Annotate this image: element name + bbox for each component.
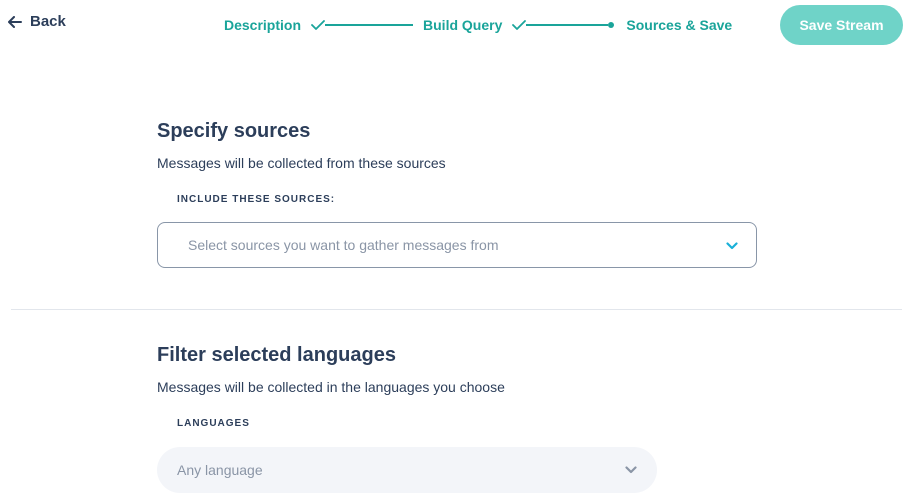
chevron-down-icon xyxy=(726,242,738,250)
back-label: Back xyxy=(30,13,66,30)
step-build-query[interactable]: Build Query xyxy=(423,17,502,33)
arrow-left-icon xyxy=(8,15,22,28)
languages-subtitle: Messages will be collected in the langua… xyxy=(157,379,505,395)
check-icon xyxy=(512,20,527,30)
step-connector xyxy=(526,24,609,26)
sources-section: Specify sources Messages will be collect… xyxy=(157,120,446,171)
chevron-down-icon xyxy=(625,466,637,474)
languages-field-label: LANGUAGES xyxy=(177,418,250,429)
section-divider xyxy=(11,309,902,310)
step-connector xyxy=(325,24,414,26)
save-stream-button[interactable]: Save Stream xyxy=(780,5,903,45)
back-button[interactable]: Back xyxy=(8,13,66,30)
sources-select[interactable]: Select sources you want to gather messag… xyxy=(157,222,757,268)
sources-placeholder: Select sources you want to gather messag… xyxy=(188,237,499,253)
sources-field-label: INCLUDE THESE SOURCES: xyxy=(177,194,336,205)
current-step-dot xyxy=(608,22,615,28)
sources-subtitle: Messages will be collected from these so… xyxy=(157,155,446,171)
sources-title: Specify sources xyxy=(157,120,311,142)
step-description[interactable]: Description xyxy=(224,17,301,33)
step-sources-save[interactable]: Sources & Save xyxy=(626,17,732,33)
languages-section: Filter selected languages Messages will … xyxy=(157,344,505,395)
top-bar: Back Description Build Query Sources & S… xyxy=(0,0,910,50)
languages-value: Any language xyxy=(177,462,263,478)
check-icon xyxy=(311,20,325,30)
languages-select[interactable]: Any language xyxy=(157,447,657,493)
progress-stepper: Description Build Query Sources & Save xyxy=(224,15,732,35)
languages-title: Filter selected languages xyxy=(157,344,396,366)
